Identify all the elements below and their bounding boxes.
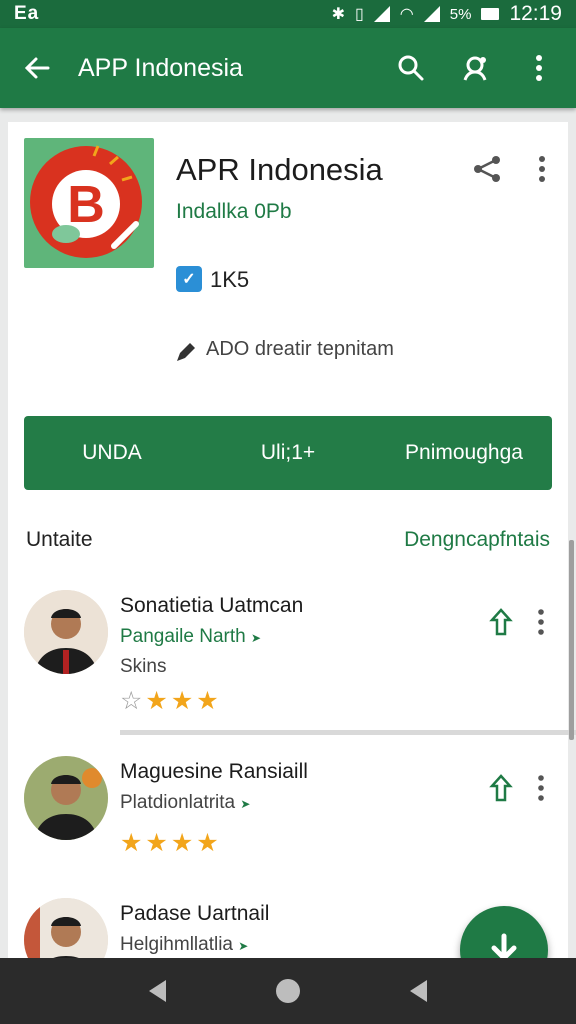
- app-icon-letter: B: [67, 176, 105, 234]
- nav-recents-icon[interactable]: [410, 980, 427, 1002]
- review-more-icon[interactable]: [532, 774, 550, 802]
- signal-icon-2: [423, 6, 440, 22]
- reviewer-subtitle: Pangaile Narth ➤: [120, 626, 262, 647]
- reviewer-name: Padase Uartnail: [120, 902, 270, 925]
- system-nav-bar: [0, 958, 576, 1024]
- more-vert-icon[interactable]: [524, 53, 554, 83]
- rating-badge-icon: ✓: [176, 266, 202, 292]
- back-arrow-icon[interactable]: [22, 53, 52, 83]
- review-item[interactable]: Maguesine Ransiaill Platdionlatrita ➤ ★★…: [24, 756, 552, 866]
- action-bar: UNDA Uli;1+ Pnimoughga: [24, 416, 552, 490]
- reviewer-subtitle: Platdionlatrita ➤: [120, 792, 251, 813]
- search-icon[interactable]: [396, 53, 426, 83]
- reviewer-note: Skins: [120, 656, 167, 677]
- developer-link[interactable]: Indallka 0Pb: [176, 200, 292, 224]
- arrow-icon: ➤: [250, 631, 262, 645]
- app-icon[interactable]: B: [24, 138, 154, 268]
- app-name: APR Indonesia: [176, 152, 383, 187]
- battery-percent: 5%: [449, 5, 472, 23]
- action-button-2[interactable]: Uli;1+: [200, 441, 376, 465]
- status-bar: Ea ✱ ▯ ◠ 5% 12:19: [0, 0, 576, 28]
- avatar: [24, 590, 108, 674]
- avatar: [24, 756, 108, 840]
- app-bar-title: APP Indonesia: [78, 53, 243, 82]
- app-description: ADO dreatir tepnitam: [206, 338, 394, 360]
- star-rating: ☆★★★: [120, 686, 222, 716]
- account-icon[interactable]: [460, 53, 490, 83]
- status-icons: ✱ ▯ ◠ 5% 12:19: [332, 2, 562, 26]
- star-filled-icon: ★★★: [145, 687, 222, 715]
- arrow-icon: ➤: [240, 797, 251, 811]
- rating-count: 1K5: [210, 267, 250, 292]
- more-options-icon[interactable]: [532, 154, 552, 184]
- action-button-1[interactable]: UNDA: [24, 441, 200, 465]
- battery-icon: [481, 8, 500, 20]
- scrollbar[interactable]: [569, 540, 574, 740]
- status-notification-label: Ea: [14, 3, 40, 24]
- signal-icon: [373, 6, 390, 22]
- pin-icon[interactable]: [488, 774, 514, 802]
- vibrate-icon: ▯: [354, 6, 364, 23]
- star-empty-icon: ☆: [120, 687, 146, 715]
- reviewer-name: Maguesine Ransiaill: [120, 760, 308, 783]
- nav-back-icon[interactable]: [149, 980, 166, 1002]
- star-filled-icon: ★★★★: [120, 829, 222, 857]
- status-time: 12:19: [509, 2, 562, 25]
- wifi-icon: ◠: [399, 6, 414, 23]
- reviewer-subtitle: Helgihmllatlia ➤: [120, 934, 249, 955]
- review-item[interactable]: Sonatietia Uatmcan Pangaile Narth ➤ Skin…: [24, 590, 552, 715]
- pencil-icon: [174, 340, 198, 364]
- reviewer-name: Sonatietia Uatmcan: [120, 594, 304, 617]
- reviews-section-link[interactable]: Dengncapfntais: [404, 528, 550, 552]
- divider: [120, 730, 576, 735]
- reviews-section-title: Untaite: [26, 528, 93, 551]
- nav-home-icon[interactable]: [276, 979, 300, 1003]
- pin-icon[interactable]: [488, 608, 514, 636]
- share-icon[interactable]: [470, 152, 504, 186]
- app-detail-card: B APR Indonesia Indallka 0Pb ✓ 1K5 ADO d…: [8, 122, 576, 982]
- star-rating: ★★★★: [120, 828, 222, 858]
- action-button-3[interactable]: Pnimoughga: [376, 441, 552, 465]
- app-bar: APP Indonesia: [0, 28, 576, 108]
- bluetooth-icon: ✱: [331, 6, 345, 23]
- review-more-icon[interactable]: [532, 608, 550, 636]
- arrow-icon: ➤: [238, 939, 249, 953]
